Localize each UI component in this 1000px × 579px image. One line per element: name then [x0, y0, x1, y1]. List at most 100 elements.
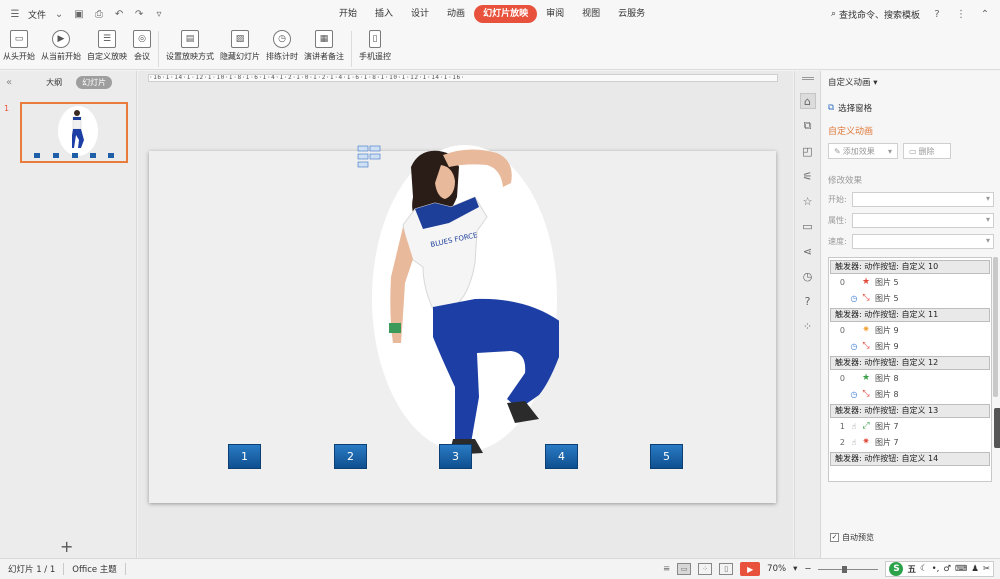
- redo-icon[interactable]: ↷: [132, 7, 146, 21]
- help-icon[interactable]: ?: [930, 7, 944, 21]
- trigger-header[interactable]: 触发器: 动作按钮: 自定义 12: [830, 356, 990, 370]
- notes-icon[interactable]: ≡: [663, 564, 670, 574]
- meeting-button[interactable]: ◎ 会议: [133, 28, 151, 70]
- action-button-3[interactable]: 3: [439, 444, 472, 469]
- start-label: 开始:: [828, 194, 847, 204]
- list-item[interactable]: 0 ✷ 图片 9: [829, 322, 991, 338]
- list-item[interactable]: ◷ ⤡ 图片 5: [829, 290, 991, 306]
- selection-pane-link[interactable]: ⧉ 选择窗格: [828, 101, 994, 115]
- play-slideshow-button[interactable]: ▶: [740, 562, 761, 576]
- auto-preview-option[interactable]: ✓ 自动预览: [830, 532, 874, 543]
- slide-thumbnail[interactable]: [20, 102, 128, 163]
- shapes-pane-icon[interactable]: ◰: [800, 143, 816, 159]
- input-method-toolbar[interactable]: S 五 ☾ •, ♂ ⌨ ♟ ✂: [885, 561, 994, 577]
- play-from-start-button[interactable]: ▭ 从头开始: [3, 28, 35, 70]
- zoom-slider[interactable]: [818, 565, 879, 573]
- grip-handle-icon[interactable]: [801, 77, 814, 80]
- status-bar: 幻灯片 1 / 1 Office 主题 ≡ ▭ ⁘ ▯ ▶ 70% ▾ − S …: [0, 558, 1000, 579]
- horizontal-ruler[interactable]: ·16·I·14·I·12·I·10·I·8·I·6·I·4·I·2·I·0·I…: [148, 74, 778, 82]
- add-slide-icon[interactable]: +: [60, 537, 73, 556]
- tab-animation[interactable]: 动画: [438, 5, 474, 23]
- chevron-down-icon: ▾: [873, 78, 878, 88]
- object-properties-icon[interactable]: ⧉: [800, 118, 816, 134]
- tab-outline[interactable]: 大纲: [40, 76, 68, 89]
- pane-view-tabs: « 大纲 幻灯片: [0, 71, 136, 93]
- collapse-pane-icon[interactable]: «: [6, 77, 12, 88]
- slide-sorter-icon[interactable]: ⁘: [698, 563, 713, 575]
- woman-photo-image[interactable]: BLUES FORCE: [379, 147, 559, 459]
- more-options-icon[interactable]: ⋮: [954, 7, 968, 21]
- reading-view-icon[interactable]: ▯: [719, 563, 734, 575]
- start-select[interactable]: [852, 191, 994, 207]
- trigger-header[interactable]: 触发器: 动作按钮: 自定义 11: [830, 308, 990, 322]
- trigger-header[interactable]: 触发器: 动作按钮: 自定义 13: [830, 404, 990, 418]
- tab-view[interactable]: 视图: [573, 5, 609, 23]
- setup-show-button[interactable]: ▤ 设置放映方式: [166, 28, 214, 70]
- zoom-level[interactable]: 70%: [767, 564, 786, 574]
- help-circle-icon[interactable]: ?: [800, 293, 816, 309]
- play-from-current-button[interactable]: ▶ 从当前开始: [41, 28, 81, 70]
- delete-button[interactable]: ▭ 删除: [903, 143, 951, 159]
- zoom-slider-knob[interactable]: [842, 565, 848, 573]
- print-icon[interactable]: ⎙: [92, 7, 106, 21]
- effect-order: 0: [839, 373, 845, 383]
- action-button-2[interactable]: 2: [334, 444, 367, 469]
- tab-design[interactable]: 设计: [402, 5, 438, 23]
- action-button-5[interactable]: 5: [650, 444, 683, 469]
- timer-icon: ◷: [850, 293, 858, 303]
- add-effect-button[interactable]: ✎ 添加效果 ▾: [828, 143, 898, 159]
- list-item[interactable]: 2 ☝ ✷ 图片 7: [829, 434, 991, 450]
- favorites-star-icon[interactable]: ☆: [800, 193, 816, 209]
- speed-label: 速度:: [828, 236, 847, 246]
- tab-slideshow[interactable]: 幻灯片放映: [474, 5, 538, 23]
- custom-animation-pane-icon[interactable]: ⌂: [799, 93, 816, 109]
- undo-icon[interactable]: ↶: [112, 7, 126, 21]
- custom-show-button[interactable]: ☰ 自定义放映: [87, 28, 127, 70]
- list-item[interactable]: 1 ☝ ⤢ 图片 7: [829, 418, 991, 434]
- zoom-dropdown-icon[interactable]: ▾: [793, 564, 797, 574]
- rehearse-timer-button[interactable]: ◷ 排练计时: [266, 28, 298, 70]
- command-search[interactable]: ⌕ 查找命令、搜索模板: [831, 8, 920, 21]
- theme-name[interactable]: Office 主题: [64, 563, 125, 575]
- hamburger-menu-icon[interactable]: ☰: [8, 7, 22, 21]
- side-handle[interactable]: [994, 408, 1000, 448]
- panel-title[interactable]: 自定义动画 ▾: [828, 75, 994, 91]
- apps-grid-icon[interactable]: ⁘: [800, 318, 816, 334]
- auto-preview-checkbox[interactable]: ✓: [830, 533, 839, 542]
- chevron-down-icon[interactable]: ⌄: [52, 7, 66, 21]
- phone-remote-button[interactable]: ▯ 手机遥控: [359, 28, 391, 70]
- normal-view-icon[interactable]: ▭: [677, 563, 692, 575]
- zoom-out-icon[interactable]: −: [804, 564, 811, 574]
- speaker-notes-button[interactable]: ▦ 演讲者备注: [304, 28, 344, 70]
- animation-marker-icon[interactable]: [357, 145, 381, 171]
- save-icon[interactable]: ▣: [72, 7, 86, 21]
- list-item[interactable]: 0 ★ 图片 5: [829, 274, 991, 290]
- tab-slides[interactable]: 幻灯片: [76, 75, 113, 89]
- tab-cloud[interactable]: 云服务: [609, 5, 654, 23]
- customize-quick-access-icon[interactable]: ▿: [152, 7, 166, 21]
- collapse-ribbon-icon[interactable]: ⌃: [978, 7, 992, 21]
- slide-canvas[interactable]: BLUES FORCE 1 2 3 4 5: [149, 145, 776, 503]
- share-icon[interactable]: ⋖: [800, 243, 816, 259]
- trigger-header[interactable]: 触发器: 动作按钮: 自定义 10: [830, 260, 990, 274]
- animation-list-scrollbar[interactable]: [993, 257, 998, 397]
- tab-home[interactable]: 开始: [330, 5, 366, 23]
- list-item[interactable]: ◷ ⤡ 图片 8: [829, 386, 991, 402]
- history-icon[interactable]: ◷: [800, 268, 816, 284]
- property-select[interactable]: [852, 212, 994, 228]
- action-button-4[interactable]: 4: [545, 444, 578, 469]
- speed-select[interactable]: [852, 233, 994, 249]
- adjust-settings-icon[interactable]: ⚟: [800, 168, 816, 184]
- tab-review[interactable]: 审阅: [537, 5, 573, 23]
- list-item[interactable]: ◷ ⤡ 图片 9: [829, 338, 991, 354]
- list-item[interactable]: 0 ★ 图片 8: [829, 370, 991, 386]
- hide-slide-button[interactable]: ▨ 隐藏幻灯片: [220, 28, 260, 70]
- file-menu[interactable]: 文件: [28, 8, 46, 21]
- animation-list[interactable]: 触发器: 动作按钮: 自定义 10 0 ★ 图片 5 ◷ ⤡ 图片 5 触发器: 动作按…: [828, 257, 992, 482]
- action-button-1[interactable]: 1: [228, 444, 261, 469]
- phone-remote-label: 手机遥控: [359, 52, 391, 61]
- trigger-header[interactable]: 触发器: 动作按钮: 自定义 14: [830, 452, 990, 466]
- delete-icon: ▭: [909, 146, 917, 156]
- archive-box-icon[interactable]: ▭: [800, 218, 816, 234]
- tab-insert[interactable]: 插入: [366, 5, 402, 23]
